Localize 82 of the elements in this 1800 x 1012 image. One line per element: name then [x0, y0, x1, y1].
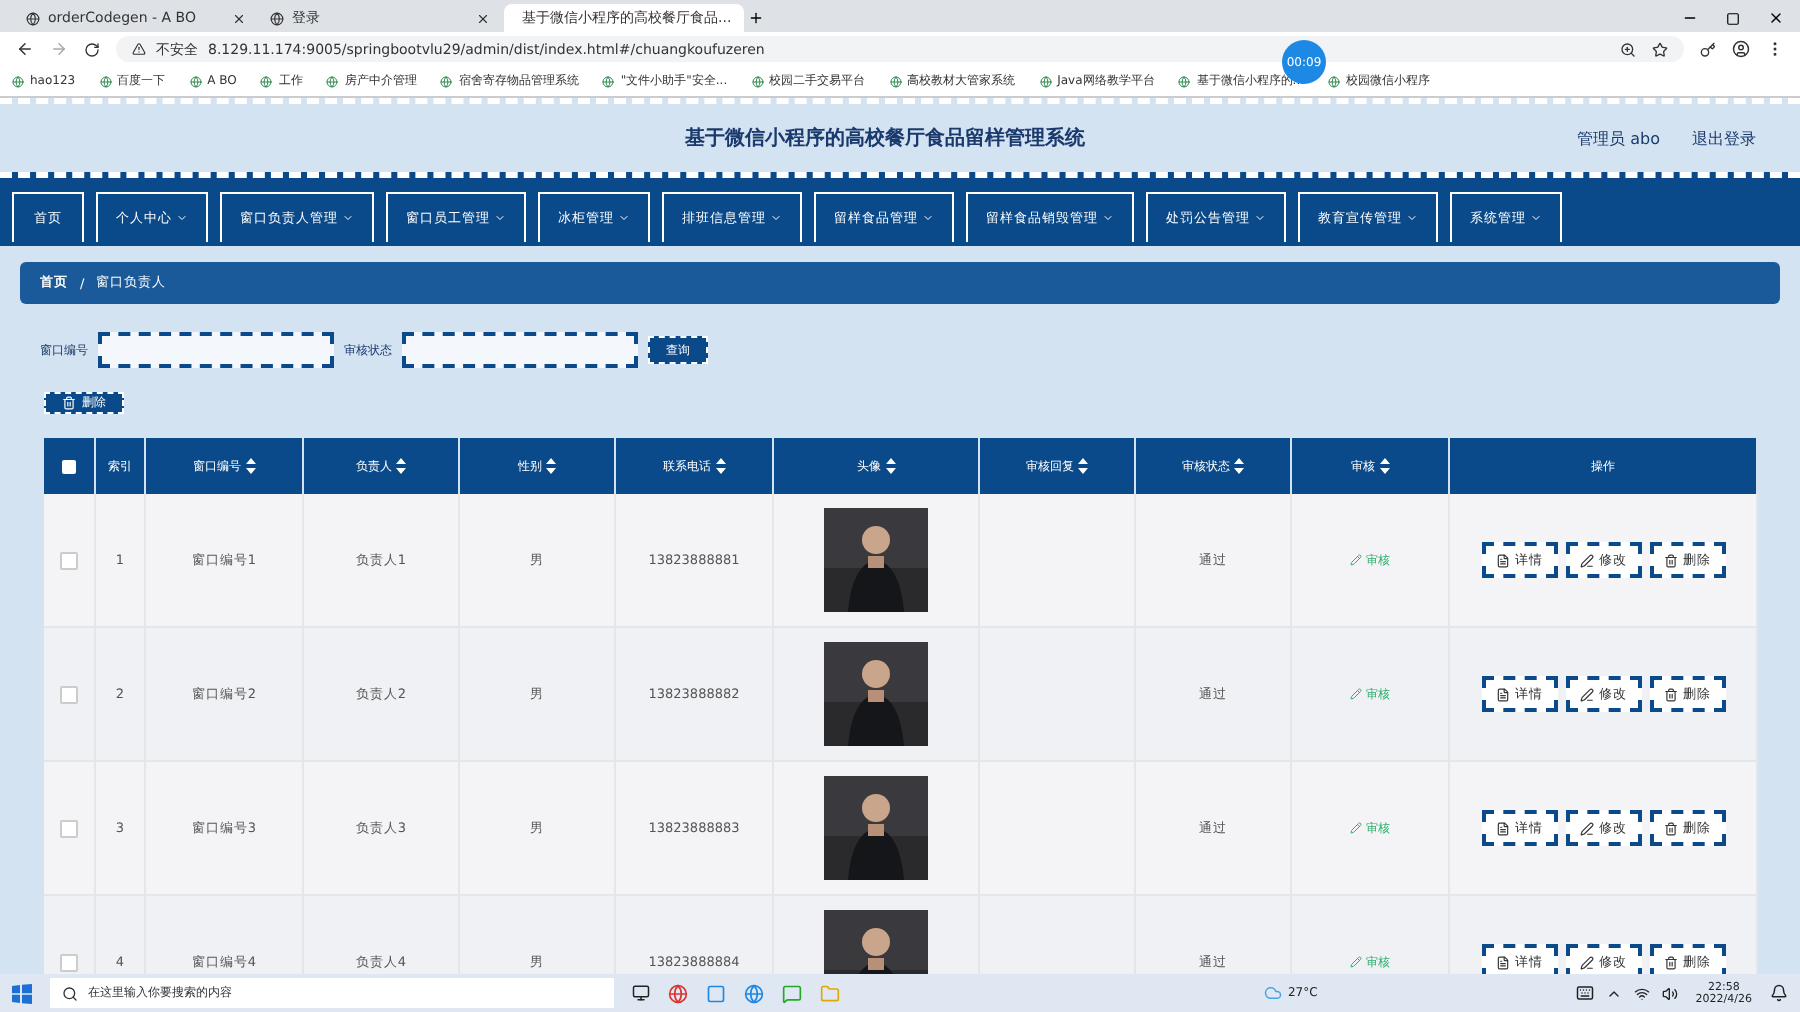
- chevron-down-icon: [1406, 212, 1418, 224]
- trash-icon: [1663, 821, 1677, 835]
- close-icon[interactable]: [476, 11, 490, 25]
- sort-icon: [885, 458, 895, 474]
- keyboard-icon[interactable]: [1575, 984, 1594, 1002]
- pencil-icon: [1350, 956, 1362, 968]
- sort-icon: [715, 458, 725, 474]
- trash-icon: [62, 396, 76, 410]
- sort-icon: [1379, 458, 1389, 474]
- sort-icon: [396, 458, 406, 474]
- sort-icon: [1078, 458, 1088, 474]
- globe-icon[interactable]: [668, 983, 688, 1003]
- system-title: 基于微信小程序的高校餐厅食品留样管理系统: [682, 124, 1087, 152]
- trash-icon: [1663, 687, 1677, 701]
- edit-icon: [1579, 955, 1593, 969]
- select-all-checkbox[interactable]: [62, 459, 76, 473]
- row-checkbox[interactable]: [60, 953, 78, 971]
- chevron-down-icon: [494, 212, 506, 224]
- maximize-icon[interactable]: [1726, 11, 1740, 25]
- document-icon: [1495, 687, 1509, 701]
- user-name: 管理员 abo: [1577, 127, 1660, 149]
- globe-icon: [270, 11, 284, 25]
- chevron-down-icon: [342, 212, 354, 224]
- globe-icon[interactable]: [744, 983, 764, 1003]
- chevron-down-icon: [1530, 212, 1542, 224]
- close-icon[interactable]: [1768, 10, 1784, 26]
- chevron-down-icon: [618, 212, 630, 224]
- row-checkbox[interactable]: [60, 819, 78, 837]
- trash-icon: [1663, 553, 1677, 567]
- search-field[interactable]: [402, 332, 638, 368]
- square-icon[interactable]: [706, 983, 726, 1003]
- globe-icon: [1039, 75, 1052, 87]
- globe-icon: [1178, 75, 1191, 87]
- sort-icon: [1234, 458, 1244, 474]
- search-field[interactable]: [98, 332, 334, 368]
- globe-icon: [260, 75, 273, 87]
- star-icon[interactable]: [1652, 41, 1668, 57]
- row-checkbox[interactable]: [60, 685, 78, 703]
- windows-logo-icon[interactable]: [12, 983, 32, 1003]
- key-icon[interactable]: [1700, 41, 1716, 57]
- search-icon: [62, 985, 78, 1001]
- globe-icon: [12, 75, 24, 87]
- wifi-icon[interactable]: [1633, 985, 1650, 1001]
- edit-icon: [1579, 553, 1593, 567]
- globe-icon: [602, 75, 615, 87]
- globe-icon: [751, 75, 764, 87]
- document-icon: [1495, 821, 1509, 835]
- back-icon[interactable]: [16, 40, 34, 58]
- logout-link[interactable]: 退出登录: [1692, 127, 1756, 149]
- sort-icon: [245, 458, 255, 474]
- chevron-down-icon: [1102, 212, 1114, 224]
- chevron-down-icon: [770, 212, 782, 224]
- profile-icon[interactable]: [1732, 40, 1750, 58]
- edit-icon: [1579, 687, 1593, 701]
- pencil-icon: [1350, 688, 1362, 700]
- task-view-icon[interactable]: [632, 984, 650, 1002]
- globe-icon: [326, 75, 339, 87]
- globe-icon: [99, 75, 112, 87]
- warning-icon: [132, 42, 146, 56]
- sort-icon: [546, 458, 556, 474]
- globe-icon: [440, 75, 453, 87]
- reload-icon[interactable]: [84, 41, 100, 57]
- new-tab-icon[interactable]: [748, 10, 764, 26]
- edit-icon: [1579, 821, 1593, 835]
- trash-icon: [1663, 955, 1677, 969]
- globe-icon: [1328, 75, 1341, 87]
- pencil-icon: [1350, 822, 1362, 834]
- chevron-down-icon: [922, 212, 934, 224]
- globe-icon: [889, 75, 902, 87]
- volume-icon[interactable]: [1661, 985, 1678, 1001]
- close-icon[interactable]: [232, 11, 246, 25]
- chevron-down-icon: [1254, 212, 1266, 224]
- zoom-icon[interactable]: [1620, 41, 1636, 57]
- weather-icon: [1263, 984, 1282, 1002]
- chevron-down-icon: [176, 212, 188, 224]
- document-icon: [1495, 955, 1509, 969]
- document-icon: [1495, 553, 1509, 567]
- globe-icon: [26, 11, 40, 25]
- notification-icon[interactable]: [1770, 984, 1788, 1002]
- globe-icon: [189, 75, 202, 87]
- pencil-icon: [1350, 554, 1362, 566]
- row-checkbox[interactable]: [60, 551, 78, 569]
